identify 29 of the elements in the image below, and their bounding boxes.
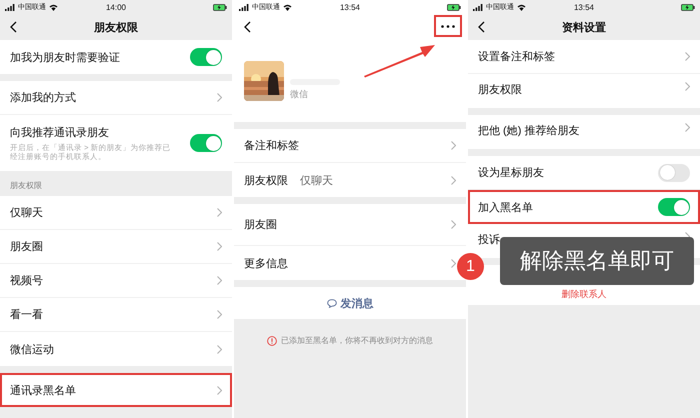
row-label: 看一看	[10, 308, 43, 322]
row-label: 通讯录黑名单	[10, 384, 76, 398]
row-label: 向我推荐通讯录朋友	[10, 126, 109, 140]
status-time: 13:54	[574, 2, 594, 12]
nav-title: 朋友权限	[94, 20, 138, 34]
row-label: 把他 (她) 推荐给朋友	[478, 124, 580, 138]
row-label: 添加我的方式	[10, 90, 76, 105]
row-label: 朋友权限	[478, 83, 522, 97]
hint-tooltip: 解除黑名单即可	[500, 237, 694, 285]
row-label: 微信运动	[10, 342, 54, 356]
nav-title: 资料设置	[562, 20, 606, 34]
status-time: 13:54	[340, 2, 360, 12]
row-label: 备注和标签	[244, 138, 299, 153]
row-label: 朋友权限	[244, 174, 288, 188]
row-label: 朋友圈	[10, 240, 43, 254]
status-time: 14:00	[106, 2, 126, 12]
row-label: 更多信息	[244, 256, 288, 270]
blacklist-notice: 已添加至黑名单，你将不再收到对方的消息	[281, 335, 433, 346]
row-value: 仅聊天	[300, 174, 333, 188]
row-label: 朋友圈	[244, 218, 277, 232]
row-label: 投诉	[478, 233, 500, 247]
row-label: 仅聊天	[10, 206, 43, 220]
wechat-id-label: 微信	[290, 88, 309, 101]
row-label: 加我为朋友时需要验证	[10, 50, 120, 64]
row-label: 视频号	[10, 274, 43, 288]
section-header: 朋友权限	[9, 180, 43, 192]
row-label: 加入黑名单	[478, 200, 533, 214]
row-label: 设为星标朋友	[478, 166, 544, 180]
row-label: 设置备注和标签	[478, 50, 555, 64]
